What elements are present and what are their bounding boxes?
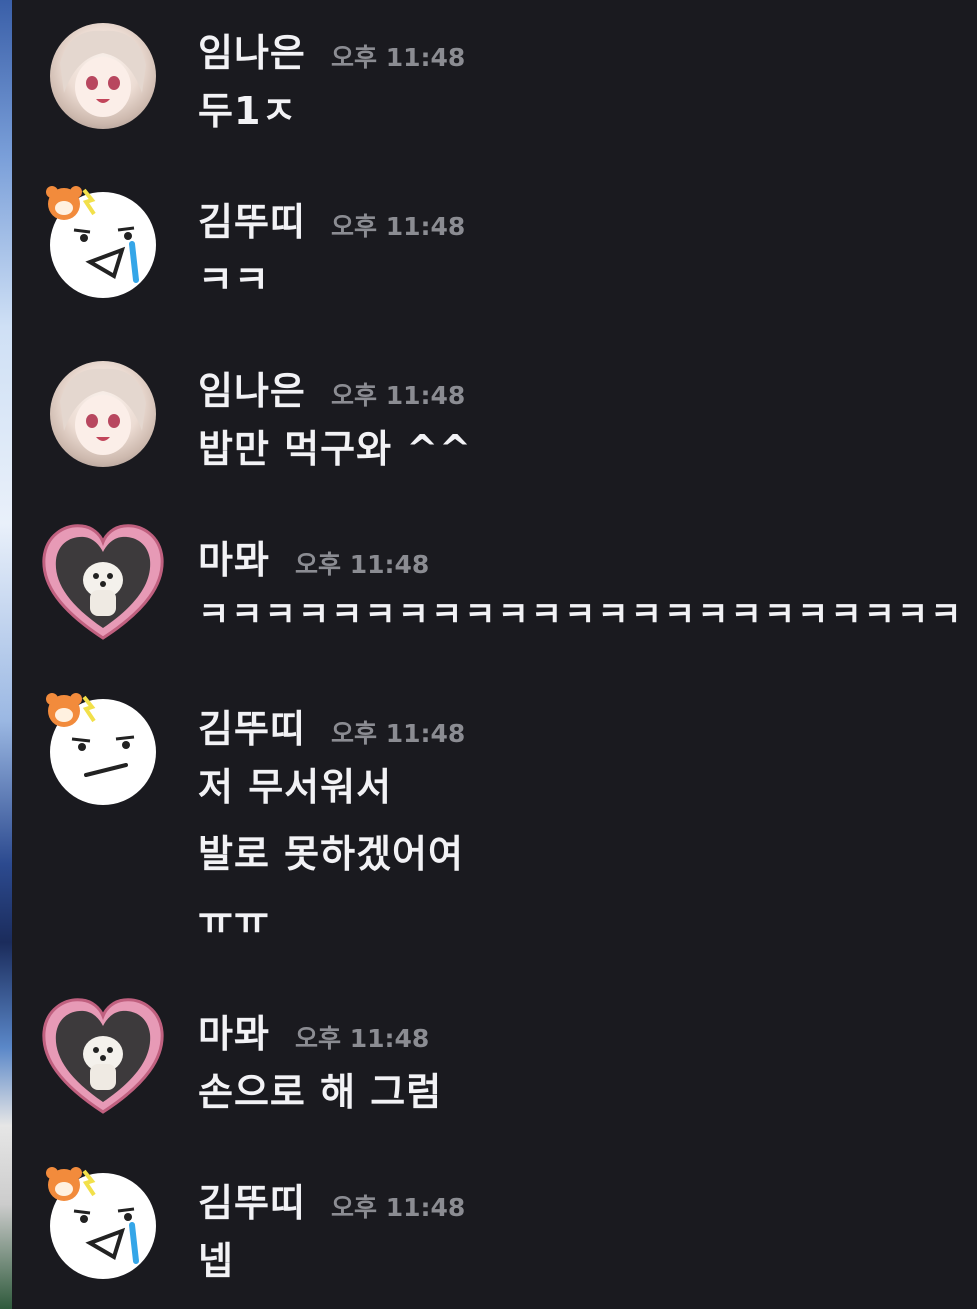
message-text: 넵	[198, 1239, 234, 1283]
timestamp: 오후 11:48	[295, 1024, 430, 1053]
user-avatar[interactable]	[40, 994, 166, 1120]
message-text: 밥만 먹구와 ^^	[198, 427, 472, 471]
user-avatar[interactable]	[40, 520, 166, 646]
message-text: 저 무서워서	[198, 765, 393, 809]
username[interactable]: 김뚜띠	[198, 200, 306, 244]
username[interactable]: 김뚜띠	[198, 1181, 306, 1225]
message-text: 두1ㅈ	[198, 89, 298, 133]
bear-badge-icon	[46, 186, 96, 220]
chat-log: 임나은 오후 11:48 두1ㅈ 김뚜띠 오후 11:48 ㅋㅋ 임나은 오후 …	[12, 0, 977, 1309]
user-avatar[interactable]	[50, 23, 156, 129]
timestamp: 오후 11:48	[330, 212, 466, 241]
username[interactable]: 마뫄	[198, 1012, 270, 1056]
bear-badge-icon	[46, 693, 96, 727]
timestamp: 오후 11:48	[330, 381, 466, 410]
bear-badge-icon	[46, 1167, 96, 1201]
timestamp: 오후 11:48	[295, 550, 430, 579]
timestamp: 오후 11:48	[330, 43, 466, 72]
message-text: ㅋㅋ	[198, 258, 270, 302]
username[interactable]: 임나은	[198, 369, 306, 413]
timestamp: 오후 11:48	[330, 719, 466, 748]
message-text: 손으로 해 그럼	[198, 1070, 443, 1114]
username[interactable]: 마뫄	[198, 538, 270, 582]
message-text: ㅠㅠ	[198, 899, 270, 943]
message-text: ㅋㅋㅋㅋㅋㅋㅋㅋㅋㅋㅋㅋㅋㅋㅋㅋㅋㅋㅋㅋㅋㅋㅋ	[198, 595, 964, 635]
username[interactable]: 김뚜띠	[198, 707, 306, 751]
message-text: 발로 못하겠어여	[198, 832, 464, 876]
timestamp: 오후 11:48	[330, 1193, 466, 1222]
user-avatar[interactable]	[50, 361, 156, 467]
username[interactable]: 임나은	[198, 31, 306, 75]
background-window-strip	[0, 0, 12, 1309]
